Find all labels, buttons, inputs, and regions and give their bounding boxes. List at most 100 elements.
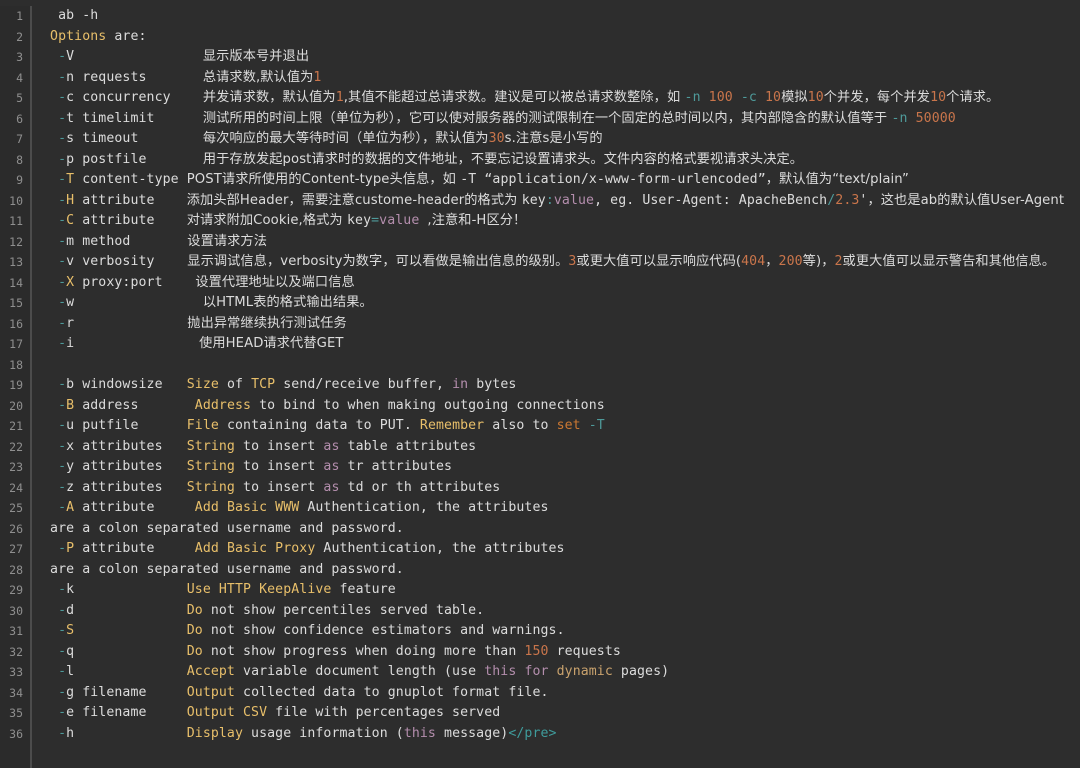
code-token: - (58, 459, 67, 474)
code-token: dynamic (556, 664, 613, 679)
code-token: -T (588, 418, 605, 433)
code-token: Use HTTP KeepAlive (186, 582, 332, 597)
code-token: content-type (74, 172, 187, 187)
code-token: - (58, 664, 67, 679)
code-token: 显示调试信息，verbosity为数字，可以看做是输出信息的级别。 (178, 254, 569, 269)
code-token: i (66, 336, 195, 351)
code-line: -x attributes String to insert as table … (42, 437, 1080, 458)
code-token: h (66, 725, 187, 741)
code-token: - (58, 623, 67, 638)
line-number: 36 (9, 726, 23, 741)
code-token: k (66, 582, 187, 597)
code-token: for (524, 664, 549, 679)
code-token: collected data to gnuplot format file. (234, 684, 549, 700)
line-number: 2 (16, 29, 23, 44)
code-token: - (58, 110, 67, 126)
code-token: 设置请求方法 (178, 233, 268, 249)
code-token: B (66, 397, 75, 413)
code-token: 测试所用的时间上限（单位为秒），它可以使对服务器的测试限制在一个固定的总时间以内… (202, 110, 892, 126)
line-number: 14 (9, 275, 23, 290)
line-number: 5 (16, 91, 23, 105)
code-token: 个请求。 (946, 90, 1000, 105)
code-token: TCP (251, 377, 276, 392)
code-token: C (66, 213, 75, 228)
line-number: 33 (9, 665, 23, 679)
code-line: -m method 设置请求方法 (42, 232, 1080, 253)
code-token: Options (50, 28, 107, 44)
code-token: - (58, 479, 67, 495)
line-number: 18 (9, 357, 23, 372)
code-token: c concurrency (66, 90, 203, 105)
code-line: -C attribute 对请求附加Cookie,格式为 key=value ,… (42, 211, 1080, 232)
line-number: 31 (9, 624, 23, 638)
code-token: b windowsize (66, 377, 187, 392)
code-token: - (58, 295, 67, 310)
code-token: 1 (335, 90, 344, 105)
code-token: POST请求所使用的Content-type头信息，如 (186, 172, 461, 187)
code-token: 模拟 (781, 90, 808, 105)
code-content-area[interactable]: ab -h Options are: -V 显示版本号并退出 -n reques… (32, 6, 1080, 768)
code-token: - (58, 274, 67, 290)
code-token: 使用HEAD请求代替GET (194, 336, 344, 351)
line-number: 26 (9, 521, 23, 536)
code-token: - (58, 684, 67, 700)
code-token: Display (186, 725, 244, 741)
code-token: ，默认值为“text/plain” (765, 172, 909, 187)
code-token: x attributes (66, 438, 187, 454)
line-number: 29 (9, 583, 23, 597)
code-token: - (58, 418, 67, 433)
code-token: - (58, 336, 67, 351)
code-token: - (58, 151, 67, 167)
code-token: value (553, 192, 595, 208)
code-token: Accept (186, 664, 235, 679)
code-token: 10 (764, 90, 782, 105)
code-token: String (186, 479, 235, 495)
code-token: proxy:port (74, 274, 187, 290)
code-token: set (556, 418, 581, 433)
code-block: 1 2 3 4 5 6 7 8 9 10 11 12 13 14 15 16 17 18 19 20 21 22 23 24 2… (0, 0, 1080, 768)
code-token: X (66, 274, 75, 290)
code-token: Add Basic WWW (194, 500, 300, 515)
code-line: ab -h (42, 6, 1080, 27)
code-token: S (66, 623, 75, 638)
code-token: -n (891, 110, 908, 126)
code-token: 10 (930, 90, 947, 105)
code-token: 个并发，每个并发 (823, 90, 931, 105)
code-token: 404 (741, 254, 766, 269)
code-token: to insert (234, 438, 324, 454)
code-token: u putfile (66, 418, 187, 433)
code-token: -T (460, 172, 477, 187)
code-token: 对请求附加Cookie,格式为 (186, 213, 347, 228)
code-token: ,其值不能超过总请求数。建议是可以被总请求数整除，如 (343, 90, 685, 105)
code-token: , eg. User-Agent: ApacheBench (594, 192, 828, 208)
code-token: - (58, 49, 67, 64)
code-token: - (58, 172, 67, 187)
line-number: 11 (9, 214, 23, 228)
code-token: - (58, 69, 67, 85)
code-line: -H attribute 添加头部Header，需要注意custome-head… (42, 191, 1080, 212)
code-token: - (58, 254, 67, 269)
code-token: Address (194, 397, 252, 413)
code-line: -e filename Output CSV file with percent… (42, 703, 1080, 724)
code-token: - (58, 643, 67, 659)
code-token: key (347, 213, 372, 228)
code-token: attribute (74, 213, 187, 228)
code-line: -y attributes String to insert as tr att… (42, 457, 1080, 478)
code-token: t timelimit (66, 110, 203, 126)
